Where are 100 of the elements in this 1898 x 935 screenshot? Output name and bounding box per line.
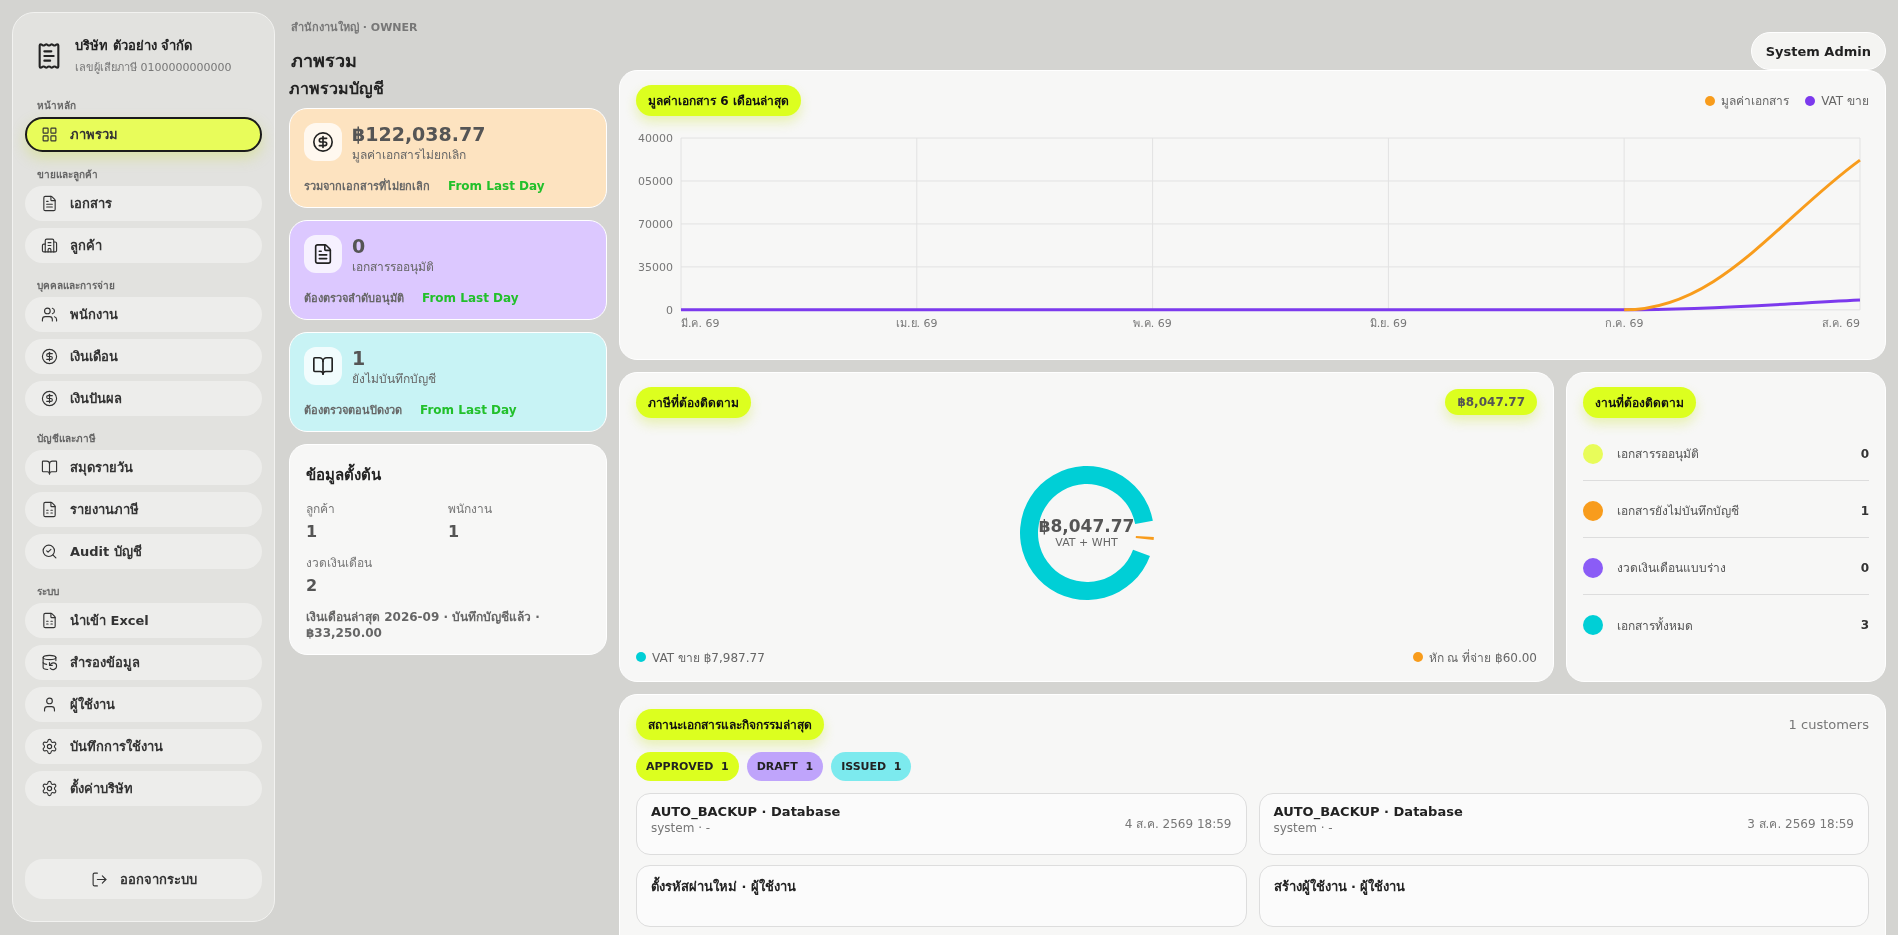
y-tick-label: 05000 [638,174,673,188]
setup-note: เงินเดือนล่าสุด 2026-09 · บันทึกบัญชีแล้ว · ฿33,250.00 [306,609,541,640]
section-title: หน้าหลัก [36,99,77,113]
task-count: 3 [1860,618,1869,633]
donut-value: ฿8,047.77 [1038,516,1135,537]
field-value: 1 [306,522,319,541]
x-tick-label: เม.ย. 69 [896,316,938,330]
legend-dot [1805,95,1816,106]
nav-item[interactable]: ภาพรวม [25,117,262,152]
field-value: 2 [306,576,319,595]
activity-item[interactable]: AUTO_BACKUP · Database system · - 3 ส.ค. 2569 18:59 [1258,792,1869,855]
y-tick-label: 0 [666,303,673,317]
card-title: ภาษีที่ต้องติดตาม [636,386,751,418]
x-tick-label: มิ.ย. 69 [1369,316,1408,330]
document-icon [41,195,58,212]
customer-count: 1 customers [1788,716,1869,732]
nav-item[interactable]: บันทึกการใช้งาน [25,729,262,764]
x-tick-label: ส.ค. 69 [1821,316,1860,330]
card-title: ข้อมูลตั้งต้น [306,463,590,487]
gear-icon [41,738,58,755]
spreadsheet-icon [41,501,58,518]
activity-title: สร้างผู้ใช้งาน · ผู้ใช้งาน [1273,877,1406,897]
company-name: บริษัท ตัวอย่าง จำกัด [75,37,194,55]
stat-note: ต้องตรวจลำดับอนุมัติ [304,291,404,307]
task-count: 1 [1860,503,1869,518]
total-badge: ฿8,047.77 [1445,389,1537,416]
section-title: ระบบ [36,585,60,599]
field-label: พนักงาน [448,501,493,518]
stat-label: เอกสารรออนุมัติ [352,259,434,276]
trend-label: From Last Day [422,291,519,305]
activity-item[interactable]: ตั้งรหัสผ่านใหม่ · ผู้ใช้งาน [636,864,1247,927]
activity-item[interactable]: AUTO_BACKUP · Database system · - 4 ส.ค. 2569 18:59 [636,792,1247,855]
card-title: สถานะเอกสารและกิจกรรมล่าสุด [636,708,824,740]
breadcrumb: สำนักงานใหญ่ · OWNER [291,19,418,36]
building-icon [41,237,58,254]
trend-label: From Last Day [448,179,545,193]
stat-value: 1 [352,347,367,369]
y-tick-label: 40000 [638,132,673,145]
task-label: เอกสารทั้งหมด [1617,616,1694,635]
task-label: งวดเงินเดือนแบบร่าง [1617,560,1727,578]
page-title: ภาพรวม [291,49,358,73]
x-tick-label: พ.ค. 69 [1133,316,1172,330]
activity-time: 3 ส.ค. 2569 18:59 [1747,816,1854,834]
stat-label: ยังไม่บันทึกบัญชี [352,371,436,388]
nav-item[interactable]: ลูกค้า [25,228,262,263]
dollar-icon [41,348,58,365]
dollar-icon [304,123,342,161]
nav-item[interactable]: เอกสาร [25,186,262,221]
activity-title: ตั้งรหัสผ่านใหม่ · ผู้ใช้งาน [651,875,796,897]
legend-label: หัก ณ ที่จ่าย ฿60.00 [1428,648,1537,667]
activity-time: 4 ส.ค. 2569 18:59 [1124,816,1232,834]
card-title: งานที่ต้องติดตาม [1583,386,1696,418]
field-value: 1 [448,522,461,541]
field-label: ลูกค้า [306,501,336,518]
section-title: ขายและลูกค้า [36,168,99,184]
nav-item[interactable]: Audit บัญชี [25,534,262,569]
stat-value: ฿122,038.77 [352,123,486,145]
stat-label: มูลค่าเอกสารไม่ยกเลิก [352,147,467,164]
task-count: 0 [1860,560,1869,575]
y-tick-label: 35000 [638,260,673,274]
status-chip: ISSUED 1 [831,751,912,781]
stat-note: รวมจากเอกสารที่ไม่ยกเลิก [304,177,430,195]
nav-item[interactable]: เงินปันผล [25,381,262,416]
users-icon [41,306,58,323]
logout-button[interactable]: ออกจากระบบ [25,859,262,899]
nav-item[interactable]: เงินเดือน [25,339,262,374]
nav-item[interactable]: รายงานภาษี [25,492,262,527]
activity-item[interactable]: สร้างผู้ใช้งาน · ผู้ใช้งาน [1258,864,1869,927]
database-icon [41,654,58,671]
legend-label: VAT ขาย [1821,93,1869,110]
task-count: 0 [1860,446,1869,461]
user-icon [41,696,58,713]
nav-item[interactable]: พนักงาน [25,297,262,332]
tax-id: เลขผู้เสียภาษี 0100000000000 [75,60,232,76]
nav-item[interactable]: ผู้ใช้งาน [25,687,262,722]
book-icon [41,459,58,476]
y-tick-label: 70000 [638,217,673,231]
activity-subtitle: system · - [651,820,712,835]
dollar-icon [41,390,58,407]
x-tick-label: ก.ค. 69 [1604,316,1644,330]
stat-value: 0 [352,235,367,257]
grid-icon [41,126,58,143]
logout-icon [90,870,108,888]
section-title: บัญชีและภาษี [36,432,97,446]
x-tick-label: มี.ค. 69 [681,316,720,330]
task-label: เอกสารยังไม่บันทึกบัญชี [1617,503,1740,521]
spreadsheet-icon [41,612,58,629]
legend-label: มูลค่าเอกสาร [1721,93,1790,110]
nav-item[interactable]: ตั้งค่าบริษัท [25,771,262,806]
status-chip: DRAFT 1 [746,751,824,781]
gear-icon [41,780,58,797]
nav-item[interactable]: สำรองข้อมูล [25,645,262,680]
field-label: งวดเงินเดือน [306,555,373,572]
search-check-icon [41,543,58,560]
activity-title: AUTO_BACKUP · Database [651,803,841,819]
nav-item[interactable]: สมุดรายวัน [25,450,262,485]
user-button[interactable]: System Admin [1750,32,1886,70]
stat-note: ต้องตรวจตอนปิดงวด [304,403,402,419]
section-title: บุคคลและการจ่าย [36,279,116,294]
nav-item[interactable]: นำเข้า Excel [25,603,262,638]
